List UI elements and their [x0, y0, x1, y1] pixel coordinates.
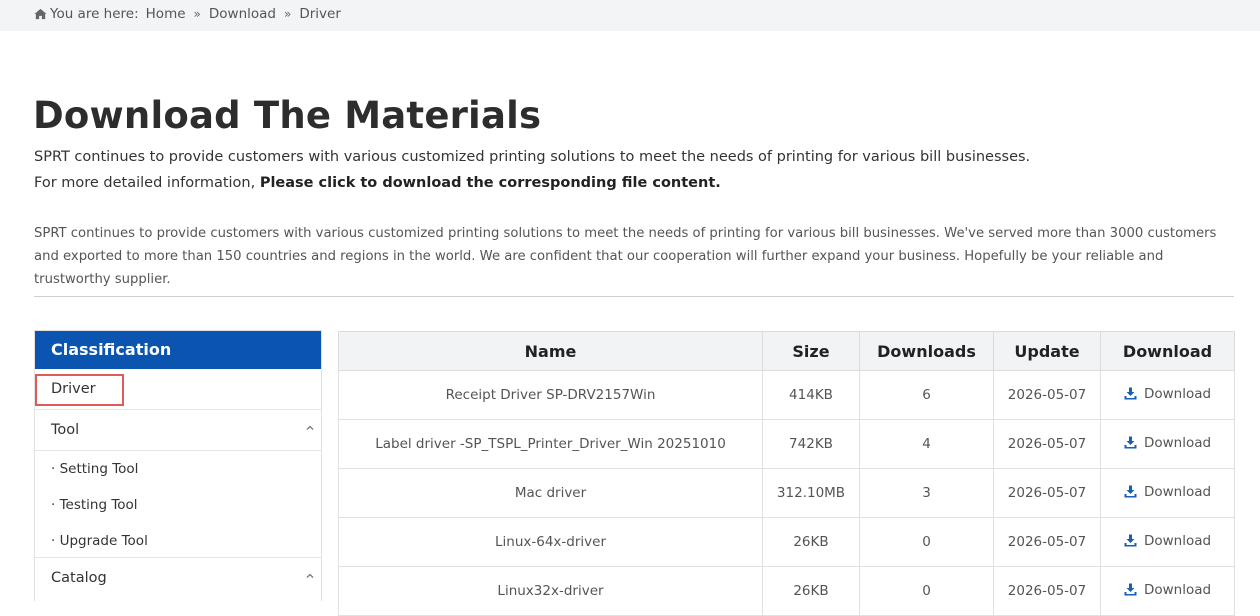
table-header-row: Name Size Downloads Update Download	[338, 331, 1235, 371]
column-header-download: Download	[1100, 331, 1235, 371]
table-row: Label driver -SP_TSPL_Printer_Driver_Win…	[338, 419, 1235, 469]
cell-size: 742KB	[762, 419, 860, 469]
intro-line-2-prefix: For more detailed information,	[34, 175, 260, 191]
sidebar-item-catalog[interactable]: Catalog	[35, 558, 321, 598]
sidebar-subitem-upgrade-tool[interactable]: · Upgrade Tool	[35, 523, 321, 559]
divider	[34, 296, 1234, 297]
breadcrumb-home[interactable]: Home	[146, 6, 186, 22]
intro-line-1: SPRT continues to provide customers with…	[34, 149, 1031, 165]
breadcrumb-separator: »	[193, 7, 201, 21]
download-link[interactable]: Download	[1124, 386, 1211, 402]
cell-downloads: 4	[859, 419, 994, 469]
home-icon	[34, 8, 47, 20]
intro-line-2-bold: Please click to download the correspondi…	[259, 175, 721, 191]
sidebar-item-tool[interactable]: Tool	[35, 410, 321, 451]
breadcrumb-separator: »	[283, 7, 292, 21]
cell-download: Download	[1100, 566, 1235, 616]
cell-downloads: 6	[859, 370, 994, 420]
cell-name: Receipt Driver SP-DRV2157Win	[338, 370, 763, 420]
cell-download: Download	[1100, 517, 1235, 567]
download-icon	[1124, 387, 1137, 400]
column-header-downloads: Downloads	[859, 331, 994, 371]
table-row: Mac driver 312.10MB 3 2026-05-07 Downloa…	[338, 468, 1235, 518]
sidebar-item-label: Tool	[51, 422, 80, 438]
download-link[interactable]: Download	[1124, 533, 1211, 549]
cell-update: 2026-05-07	[993, 419, 1101, 469]
download-link[interactable]: Download	[1124, 435, 1211, 451]
sidebar-subitem-testing-tool[interactable]: · Testing Tool	[35, 487, 321, 523]
cell-size: 312.10MB	[762, 468, 860, 518]
tool-submenu: · Setting Tool · Testing Tool · Upgrade …	[35, 451, 321, 558]
cell-update: 2026-05-07	[993, 370, 1101, 420]
column-header-update: Update	[993, 331, 1101, 371]
download-label: Download	[1143, 385, 1212, 402]
cell-name: Linux32x-driver	[338, 566, 763, 616]
download-icon	[1124, 583, 1137, 596]
cell-size: 26KB	[762, 566, 860, 616]
sidebar-item-label: Driver	[51, 381, 96, 397]
cell-name: Label driver -SP_TSPL_Printer_Driver_Win…	[338, 419, 763, 469]
download-icon	[1124, 485, 1137, 498]
column-header-size: Size	[762, 331, 860, 371]
table-row: Linux-64x-driver 26KB 0 2026-05-07 Downl…	[338, 517, 1235, 567]
sidebar-item-label: Catalog	[51, 570, 107, 586]
cell-download: Download	[1100, 419, 1235, 469]
sidebar-subitem-setting-tool[interactable]: · Setting Tool	[35, 451, 321, 487]
chevron-up-icon[interactable]	[306, 572, 314, 580]
download-icon	[1124, 436, 1137, 449]
cell-download: Download	[1100, 468, 1235, 518]
cell-update: 2026-05-07	[993, 468, 1101, 518]
chevron-up-icon[interactable]	[306, 424, 314, 432]
breadcrumb-driver[interactable]: Driver	[299, 6, 341, 22]
download-label: Download	[1143, 483, 1212, 500]
cell-name: Mac driver	[338, 468, 763, 518]
cell-update: 2026-05-07	[993, 566, 1101, 616]
download-link[interactable]: Download	[1124, 582, 1211, 598]
downloads-table: Name Size Downloads Update Download Rece…	[338, 331, 1235, 616]
cell-downloads: 0	[859, 517, 994, 567]
sidebar-item-driver[interactable]: Driver	[35, 369, 321, 410]
breadcrumb-download[interactable]: Download	[209, 6, 276, 22]
breadcrumb: You are here: Home » Download » Driver	[34, 6, 341, 22]
cell-downloads: 0	[859, 566, 994, 616]
download-label: Download	[1143, 532, 1212, 549]
page-title: Download The Materials	[33, 94, 542, 137]
cell-size: 414KB	[762, 370, 860, 420]
cell-downloads: 3	[859, 468, 994, 518]
cell-download: Download	[1100, 370, 1235, 420]
sidebar-heading: Classification	[35, 331, 321, 369]
download-label: Download	[1143, 581, 1212, 598]
download-icon	[1124, 534, 1137, 547]
intro-line-2: For more detailed information, Please cl…	[34, 175, 721, 191]
download-link[interactable]: Download	[1124, 484, 1211, 500]
cell-size: 26KB	[762, 517, 860, 567]
column-header-name: Name	[338, 331, 763, 371]
classification-sidebar: Classification Driver Tool · Setting Too…	[34, 330, 322, 601]
cell-update: 2026-05-07	[993, 517, 1101, 567]
breadcrumb-prefix: You are here:	[50, 6, 139, 22]
breadcrumb-bar: You are here: Home » Download » Driver	[0, 0, 1260, 31]
description-paragraph: SPRT continues to provide customers with…	[34, 226, 1217, 287]
cell-name: Linux-64x-driver	[338, 517, 763, 567]
download-label: Download	[1143, 434, 1212, 451]
table-row: Linux32x-driver 26KB 0 2026-05-07 Downlo…	[338, 566, 1235, 616]
table-row: Receipt Driver SP-DRV2157Win 414KB 6 202…	[338, 370, 1235, 420]
